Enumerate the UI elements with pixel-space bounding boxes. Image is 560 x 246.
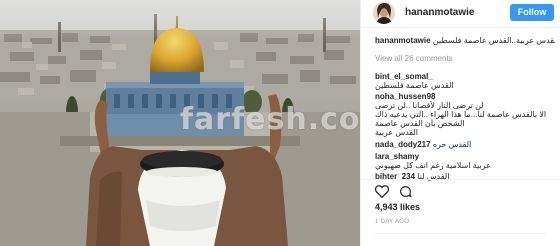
caption-text: القدس عربية..القدس عاصمة فلسطين <box>432 36 555 45</box>
comment-username[interactable]: bint_el_somal_ <box>375 72 433 81</box>
divider <box>375 233 547 234</box>
post-username[interactable]: hananmotawie <box>405 7 474 18</box>
post-side-panel: hananmotawie Follow hananmotawie القدس ع… <box>360 0 560 246</box>
profile-photo <box>373 2 395 24</box>
comment-text: عربية اسلامية رغم انف كل صهيوني <box>375 161 491 170</box>
caption-username[interactable]: hananmotawie <box>375 36 431 45</box>
avatar[interactable] <box>373 2 395 24</box>
comment-username[interactable]: nada_dody217 <box>375 140 431 149</box>
comment-icon[interactable] <box>399 185 412 198</box>
comment-username[interactable]: noha_hussen98 <box>375 92 435 101</box>
comment-hashtag[interactable]: القدس عربية <box>375 128 555 138</box>
watermark: farfesh.com <box>180 102 360 137</box>
follow-button[interactable]: Follow <box>510 4 554 21</box>
comment-text[interactable]: القدس حره <box>433 140 471 149</box>
post-actions: 4,943 likes 1 DAY AGO <box>361 179 560 239</box>
post-photo[interactable]: farfesh.com <box>0 0 360 246</box>
caption: hananmotawie القدس عربية..القدس عاصمة فل… <box>375 36 555 46</box>
comment-item: nada_dody217 القدس حره <box>375 140 555 150</box>
likes-count[interactable]: 4,943 likes <box>375 202 420 212</box>
post-timestamp: 1 DAY AGO <box>375 219 410 225</box>
comments-section: hananmotawie القدس عربية..القدس عاصمة فل… <box>375 36 555 182</box>
heart-icon[interactable] <box>375 185 389 198</box>
view-all-comments-link[interactable]: View all 26 comments <box>375 54 555 64</box>
comment-text: القدس عاصمة فلسطين <box>375 81 454 90</box>
post-header: hananmotawie Follow <box>361 0 560 28</box>
comment-username[interactable]: lara_shamy <box>375 152 419 161</box>
